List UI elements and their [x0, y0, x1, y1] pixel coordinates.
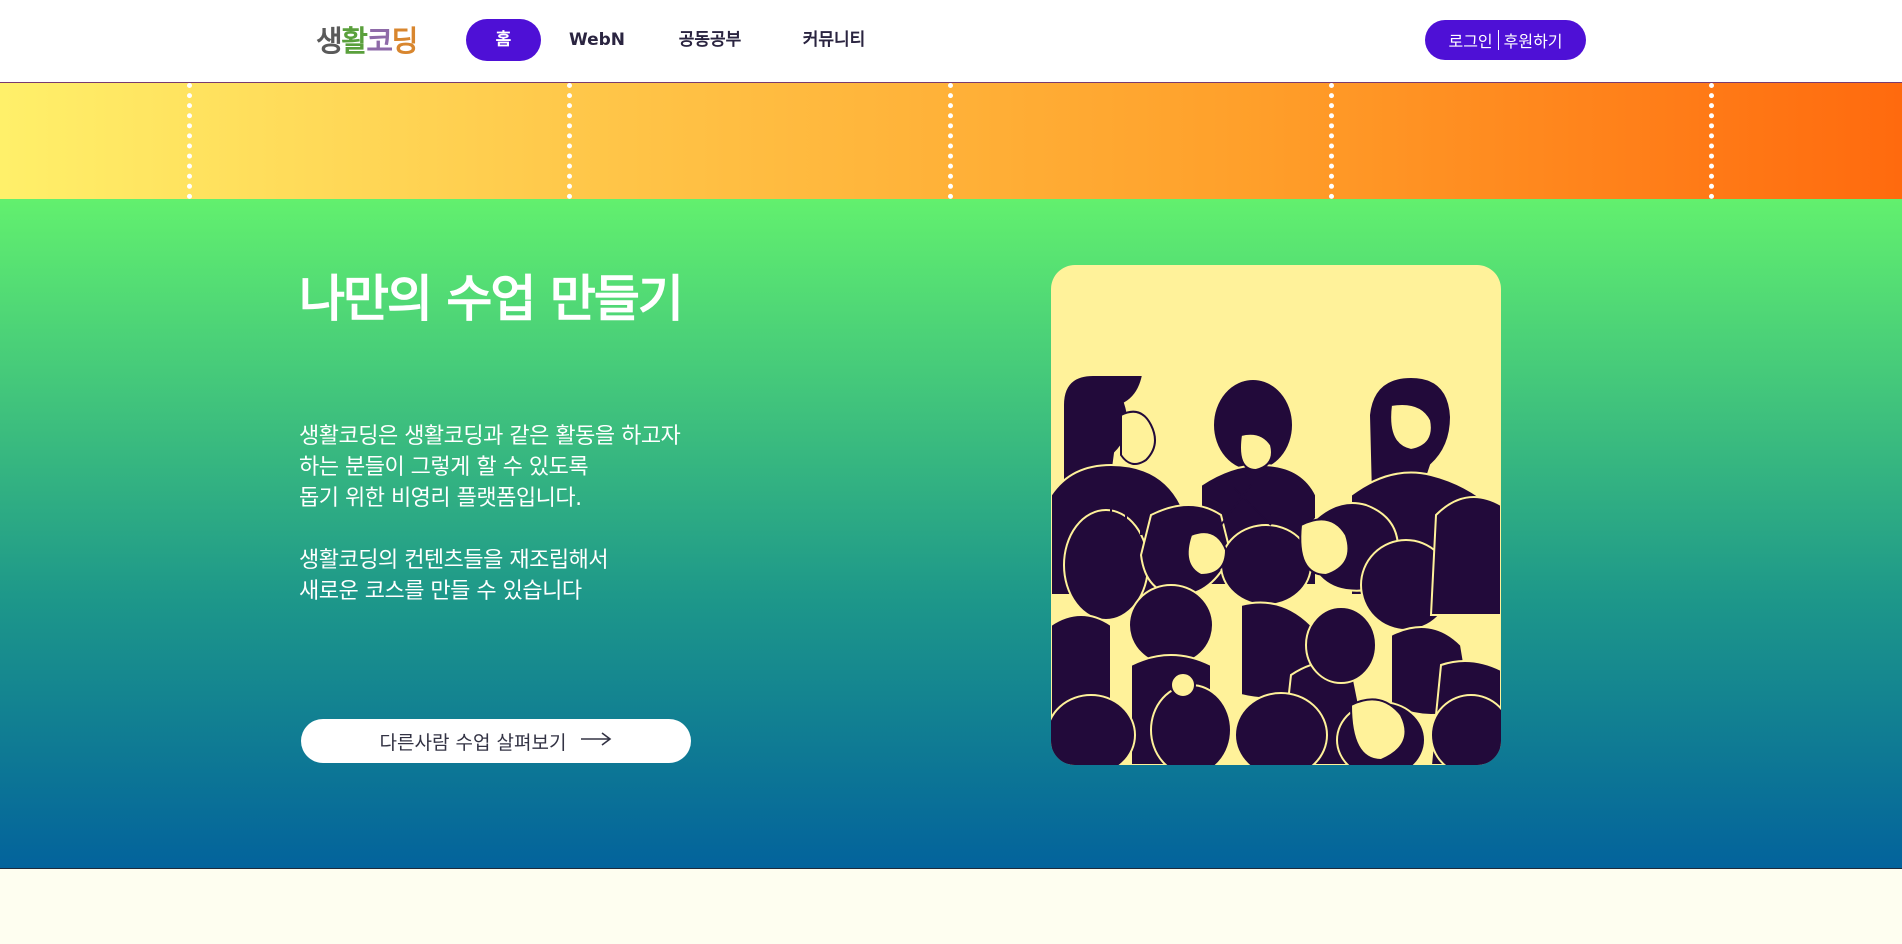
hero-description: 생활코딩은 생활코딩과 같은 활동을 하고자 하는 분들이 그렇게 할 수 있도… [299, 421, 681, 607]
nav-item-webn[interactable]: WebN [564, 19, 630, 61]
description-line: 생활코딩의 컨텐츠들을 재조립해서 [299, 548, 609, 573]
logo-char: 딩 [391, 24, 419, 58]
nav-item-home[interactable]: 홈 [466, 19, 541, 61]
site-header: 생활코딩 홈 WebN 공동공부 커뮤니티 로그인 후원하기 [0, 0, 1902, 83]
stripe-dash [187, 83, 192, 199]
crowd-illustration-icon [1051, 265, 1501, 765]
nav-item-community[interactable]: 커뮤니티 [792, 19, 876, 61]
logo-char: 활 [341, 24, 368, 58]
login-label[interactable]: 로그인 [1448, 28, 1492, 52]
description-line: 생활코딩은 생활코딩과 같은 활동을 하고자 [299, 424, 681, 449]
hero-section: 나만의 수업 만들기 생활코딩은 생활코딩과 같은 활동을 하고자 하는 분들이… [0, 199, 1902, 870]
description-line: 새로운 코스를 만들 수 있습니다 [299, 579, 582, 604]
stripe-dash [1329, 83, 1334, 199]
divider [1497, 30, 1499, 50]
hero-title: 나만의 수업 만들기 [299, 270, 684, 328]
cta-label[interactable]: 다른사람 수업 살펴보기 [380, 728, 567, 755]
stripe-dash [567, 83, 572, 199]
decorative-stripe [0, 83, 1902, 199]
logo-char: 생 [316, 24, 343, 58]
browse-classes-button[interactable]: 다른사람 수업 살펴보기 [301, 719, 691, 763]
content-section [0, 869, 1902, 944]
stripe-dash [948, 83, 953, 199]
arrow-right-icon [580, 730, 612, 752]
logo-char: 코 [366, 24, 393, 58]
stripe-dash [1709, 83, 1714, 199]
site-logo[interactable]: 생활코딩 [316, 18, 419, 60]
description-line: 하는 분들이 그렇게 할 수 있도록 [299, 455, 589, 480]
nav-item-study[interactable]: 공동공부 [672, 19, 748, 61]
login-support-button[interactable]: 로그인 후원하기 [1425, 20, 1586, 60]
description-line: 돕기 위한 비영리 플랫폼입니다. [299, 486, 582, 511]
support-label[interactable]: 후원하기 [1504, 28, 1563, 52]
